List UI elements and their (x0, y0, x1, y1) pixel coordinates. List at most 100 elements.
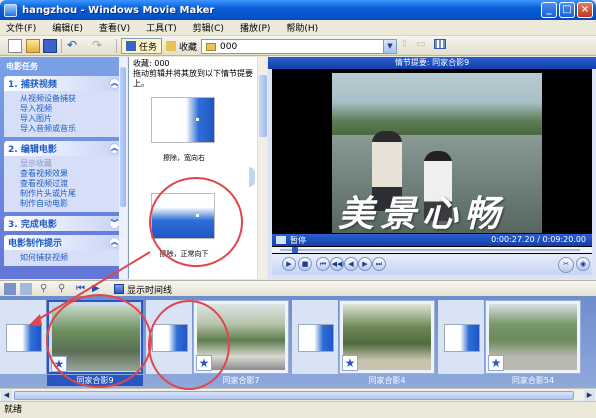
set-audio-levels-icon[interactable] (4, 283, 16, 295)
folder-icon (206, 42, 216, 51)
task-link-show-collections[interactable]: 显示收藏 (20, 159, 119, 169)
chevron-down-icon[interactable]: ▼ (383, 40, 396, 53)
task-link-automovie[interactable]: 制作自动电影 (20, 199, 119, 209)
task-section-title[interactable]: 1. 捕获视频 ︽ (4, 76, 123, 91)
task-link-capture-from-device[interactable]: 从视频设备捕获 (20, 94, 119, 104)
menu-play[interactable]: 播放(P) (240, 21, 270, 34)
split-clip-icon[interactable]: ✂ (558, 257, 574, 273)
narrate-icon[interactable] (20, 283, 32, 295)
scroll-right-icon[interactable]: ▶ (584, 390, 595, 401)
previous-icon[interactable]: ⏮ (316, 257, 330, 271)
collection-scrollbar[interactable] (257, 57, 267, 279)
playback-time: 0:00:27.20 / 0:09:20.00 (491, 235, 586, 244)
seek-handle[interactable] (292, 247, 298, 253)
open-project-icon[interactable] (26, 39, 40, 53)
transition-thumbnail[interactable] (151, 193, 215, 239)
monitor-status-bar: 暂停 0:00:27.20 / 0:09:20.00 (272, 234, 592, 246)
close-button[interactable]: × (577, 2, 593, 18)
collections-button[interactable]: 收藏 (162, 38, 201, 54)
undo-icon[interactable]: ↶ (65, 39, 79, 53)
new-project-icon[interactable] (8, 39, 22, 53)
play-icon[interactable]: ▶ (282, 257, 296, 271)
transition-slot[interactable] (0, 300, 46, 374)
take-picture-icon[interactable]: ◉ (576, 257, 590, 271)
collection-path-value: 000 (220, 41, 238, 52)
next-frame-icon[interactable]: ▶ (358, 257, 372, 271)
save-project-icon[interactable] (43, 39, 57, 53)
transition-thumbnail[interactable] (151, 97, 215, 143)
scroll-thumb[interactable] (14, 391, 574, 400)
maximize-button[interactable]: □ (559, 2, 575, 18)
storyboard-clip[interactable]: ★ (485, 300, 581, 374)
collection-pane: 收藏: 000 拖动剪辑并将其放到以下情节提要上。 擦除，宽向右 擦除，正常向下 (128, 57, 267, 279)
menu-file[interactable]: 文件(F) (6, 21, 36, 34)
toolbar-separator (116, 39, 117, 53)
task-link-how-to-capture[interactable]: 如何捕获视频 (20, 253, 119, 263)
menu-bar: 文件(F) 编辑(E) 查看(V) 工具(T) 剪辑(C) 播放(P) 帮助(H… (0, 20, 596, 36)
play-storyboard-icon[interactable]: ▶ (92, 283, 104, 295)
task-section-capture: 1. 捕获视频 ︽ 从视频设备捕获 导入视频 导入图片 导入音频或音乐 (4, 76, 123, 137)
overlay-caption: 美景心畅 (338, 193, 507, 233)
show-timeline-button[interactable]: 显示时间线 (114, 282, 172, 296)
up-one-level-icon[interactable]: ⇧ (400, 39, 414, 53)
tasks-pane-header: 电影任务 (6, 62, 38, 71)
task-link-view-transitions[interactable]: 查看视频过渡 (20, 179, 119, 189)
rewind-icon[interactable]: ◀◀ (330, 257, 344, 271)
menu-edit[interactable]: 编辑(E) (52, 21, 83, 34)
task-section-finish: 3. 完成电影 ︾ (4, 216, 123, 231)
transition-slot[interactable] (438, 300, 484, 374)
task-link-make-titles[interactable]: 制作片头或片尾 (20, 189, 119, 199)
transition-label: 擦除，宽向右 (163, 154, 205, 162)
tasks-button[interactable]: 任务 (121, 38, 163, 54)
storyboard-clip[interactable]: ★ (339, 300, 435, 374)
task-pane-scrollbar[interactable] (119, 57, 127, 279)
playback-state: 暂停 (290, 236, 306, 245)
storyboard-scrollbar[interactable]: ◀ ▶ (0, 388, 596, 401)
menu-tools[interactable]: 工具(T) (146, 21, 177, 34)
clip-label: 同家合影54 (511, 376, 555, 385)
menu-clip[interactable]: 剪辑(C) (193, 21, 224, 34)
toolbar: ↶ ↷ 任务 收藏 000 ▼ ⇧ ▭ (0, 36, 596, 56)
minimize-button[interactable]: _ (541, 2, 557, 18)
collection-dropdown[interactable]: 000 ▼ (201, 39, 397, 54)
previous-frame-icon[interactable]: ◀ (344, 257, 358, 271)
video-effect-icon[interactable]: ★ (196, 355, 212, 371)
storyboard-clip[interactable]: ★ (47, 300, 143, 374)
preview-frame: 美景心畅 (332, 73, 542, 233)
rewind-storyboard-icon[interactable]: ⏮ (76, 283, 88, 295)
new-folder-icon[interactable]: ▭ (416, 39, 430, 53)
window-title: hangzhou - Windows Movie Maker (22, 4, 215, 16)
task-link-view-effects[interactable]: 查看视频效果 (20, 169, 119, 179)
zoom-in-icon[interactable]: ⚲ (40, 283, 52, 295)
redo-icon[interactable]: ↷ (90, 39, 104, 53)
scroll-left-icon[interactable]: ◀ (1, 390, 12, 401)
transition-slot[interactable] (292, 300, 338, 374)
pane-expand-handle[interactable] (249, 167, 255, 187)
transition-slot[interactable] (146, 300, 192, 374)
storyboard-toolbar: ⚲ ⚲ ⏮ ▶ 显示时间线 (0, 280, 596, 296)
view-options-button[interactable] (434, 39, 454, 53)
seek-bar[interactable] (272, 247, 592, 253)
status-bar: 就绪 (0, 401, 596, 418)
task-section-title[interactable]: 3. 完成电影 ︾ (4, 216, 123, 231)
toolbar-separator (61, 39, 62, 53)
stop-icon[interactable]: ■ (298, 257, 312, 271)
task-section-title[interactable]: 2. 编辑电影 ︽ (4, 141, 123, 156)
video-effect-icon[interactable]: ★ (342, 355, 358, 371)
zoom-out-icon[interactable]: ⚲ (58, 283, 70, 295)
task-link-import-pictures[interactable]: 导入图片 (20, 114, 119, 124)
next-icon[interactable]: ⏭ (372, 257, 386, 271)
task-link-import-audio[interactable]: 导入音频或音乐 (20, 124, 119, 134)
task-link-import-video[interactable]: 导入视频 (20, 104, 119, 114)
tasks-label: 任务 (139, 42, 158, 53)
menu-view[interactable]: 查看(V) (99, 21, 130, 34)
task-section-title[interactable]: 电影制作提示 ︽ (4, 235, 123, 250)
menu-help[interactable]: 帮助(H) (286, 21, 318, 34)
collections-label: 收藏 (179, 42, 198, 53)
storyboard-clip[interactable]: ★ (193, 300, 289, 374)
collections-icon (166, 41, 176, 51)
clip-label: 同家合影4 (368, 376, 406, 385)
video-effect-icon[interactable]: ★ (51, 356, 67, 372)
playback-controls: ▶ ■ ⏮ ◀◀ ◀ ▶ ⏭ ✂ ◉ (272, 254, 592, 275)
video-effect-icon[interactable]: ★ (488, 355, 504, 371)
